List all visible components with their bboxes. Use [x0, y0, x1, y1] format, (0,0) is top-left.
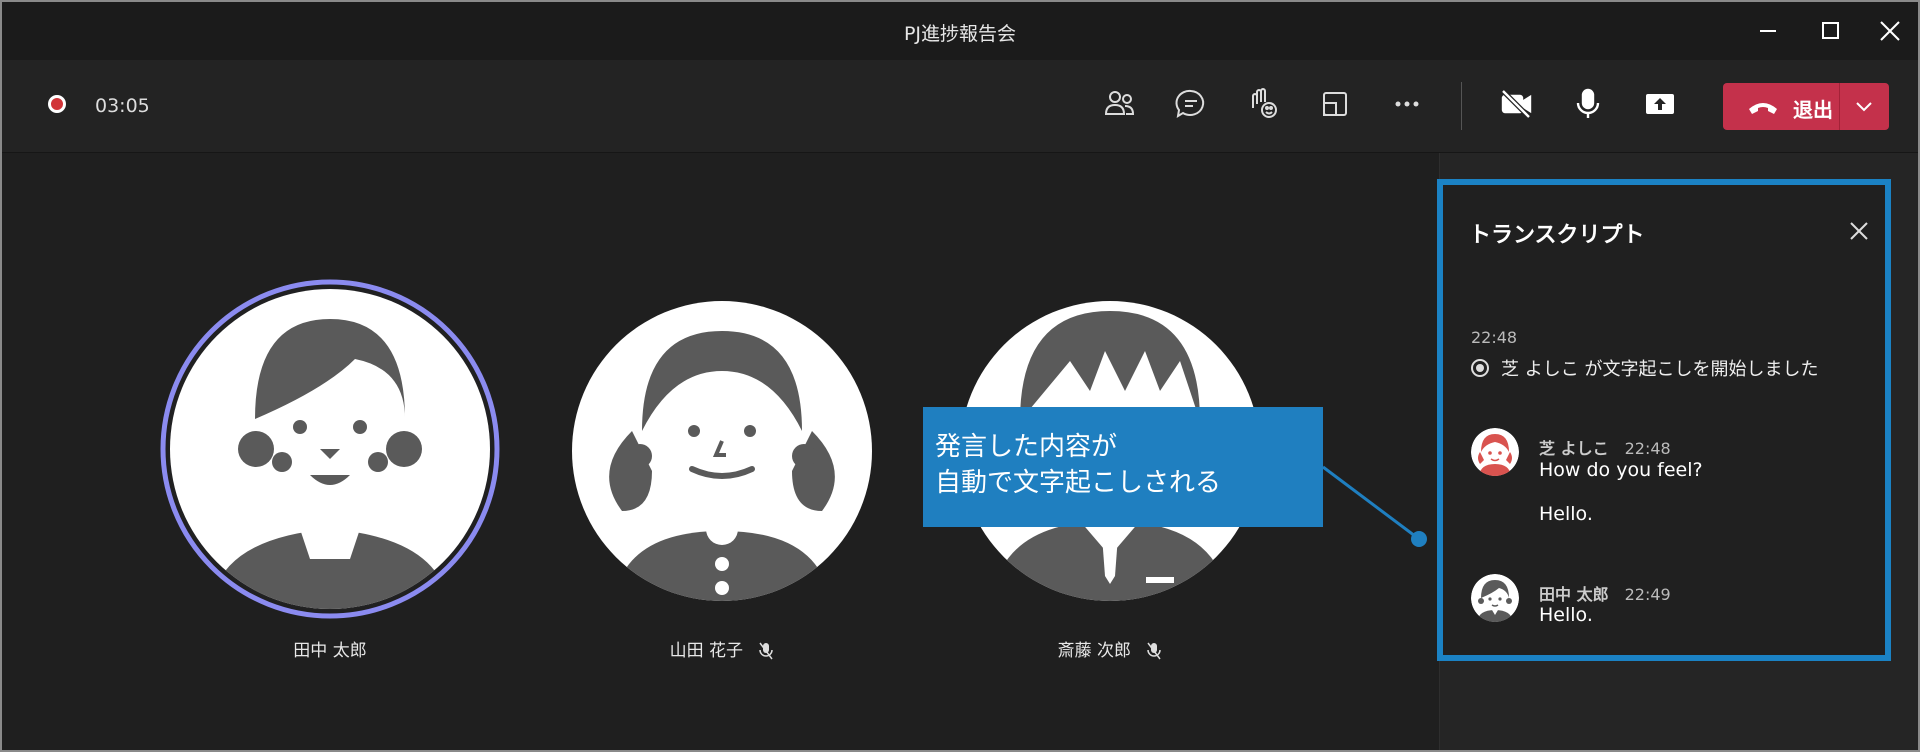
- window-title: PJ進捗報告会: [903, 23, 1017, 45]
- meeting-window: PJ進捗報告会 03:05 退出 田中 太郎 山田 花子 斎藤 次郎 発言した内…: [0, 0, 1920, 752]
- transcript-panel: トランスクリプト 22:48 芝 よしこ が文字起こしを開始しました 芝 よしこ…: [1437, 179, 1891, 661]
- callout-line-2: 自動で文字起こしされる: [935, 468, 1222, 498]
- avatar: [572, 301, 872, 601]
- meeting-timer: 03:05: [95, 95, 150, 117]
- share-tray-icon[interactable]: [1317, 86, 1353, 122]
- message-text: How do you feel?: [1539, 459, 1703, 481]
- recording-icon: [48, 95, 66, 113]
- leave-button[interactable]: 退出: [1723, 83, 1839, 130]
- chevron-down-icon[interactable]: [1840, 83, 1889, 130]
- hang-up-icon: [1749, 103, 1777, 114]
- callout-line-1: 発言した内容が: [935, 432, 1118, 462]
- share-screen-icon[interactable]: [1642, 86, 1678, 122]
- message-meta: 田中 太郎 22:49: [1539, 581, 1671, 605]
- message-meta: 芝 よしこ 22:48: [1539, 435, 1671, 459]
- participant-name: 山田 花子: [592, 636, 852, 661]
- leave-button-group: 退出: [1723, 83, 1889, 130]
- message-time: 22:48: [1624, 439, 1671, 458]
- participant-name-label: 斎藤 次郎: [1057, 641, 1131, 661]
- annotation-callout: 発言した内容が 自動で文字起こしされる: [923, 407, 1323, 527]
- minimize-icon[interactable]: [1748, 14, 1788, 48]
- close-window-icon[interactable]: [1870, 14, 1910, 48]
- mic-off-icon: [1147, 642, 1162, 660]
- participant-name-label: 田中 太郎: [293, 641, 367, 661]
- maximize-icon[interactable]: [1810, 14, 1850, 48]
- transcription-icon: [1471, 359, 1489, 377]
- participant-name-label: 山田 花子: [669, 641, 743, 661]
- transcript-start-time: 22:48: [1471, 328, 1518, 347]
- leave-label: 退出: [1793, 98, 1833, 122]
- toolbar-divider: [1461, 82, 1462, 130]
- more-icon[interactable]: [1389, 86, 1425, 122]
- mic-icon[interactable]: [1570, 86, 1606, 122]
- message-author: 芝 よしこ: [1539, 439, 1609, 458]
- panel-title: トランスクリプト: [1469, 223, 1645, 248]
- meeting-toolbar: [2, 60, 1918, 153]
- avatar: [160, 279, 500, 619]
- participant-name: 斎藤 次郎: [980, 636, 1240, 661]
- participant-tile[interactable]: [572, 301, 872, 601]
- message-author: 田中 太郎: [1539, 585, 1609, 604]
- close-icon[interactable]: [1847, 219, 1871, 243]
- people-icon[interactable]: [1101, 86, 1137, 122]
- title-bar: PJ進捗報告会: [2, 2, 1918, 61]
- message-text: Hello.: [1539, 604, 1593, 626]
- avatar: [1471, 428, 1519, 476]
- participant-tile[interactable]: [160, 279, 500, 619]
- message-time: 22:49: [1624, 585, 1671, 604]
- camera-off-icon[interactable]: [1498, 86, 1534, 122]
- mic-off-icon: [759, 642, 774, 660]
- start-message-text: 芝 よしこ が文字起こしを開始しました: [1501, 359, 1819, 380]
- message-text: Hello.: [1539, 503, 1593, 525]
- transcript-start-message: 芝 よしこ が文字起こしを開始しました: [1471, 355, 1818, 381]
- raise-hand-icon[interactable]: [1245, 86, 1281, 122]
- chat-icon[interactable]: [1173, 86, 1209, 122]
- avatar: [1471, 574, 1519, 622]
- participant-name: 田中 太郎: [200, 636, 460, 661]
